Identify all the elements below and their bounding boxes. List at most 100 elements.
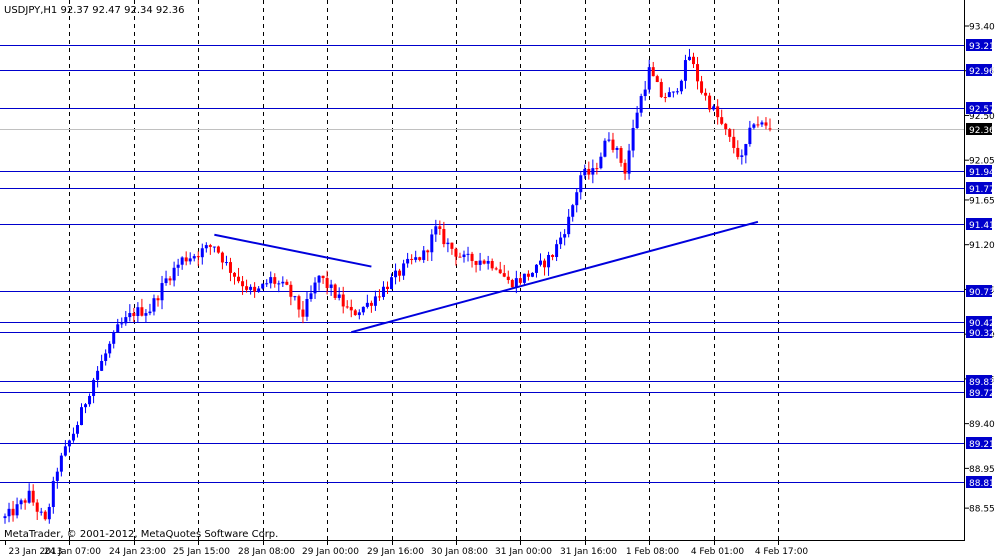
candle-body [583, 168, 587, 176]
candle-body [47, 506, 51, 520]
candle-body [768, 128, 772, 130]
level-label: 89.21 [969, 440, 995, 450]
candle-body [659, 82, 663, 98]
x-tick-label: 4 Feb 01:00 [691, 547, 745, 557]
candle-body [591, 168, 595, 175]
candle-body [200, 248, 204, 258]
candle-body [204, 245, 208, 249]
candle-body [450, 242, 454, 249]
candle-body [470, 253, 474, 262]
x-tick-label: 30 Jan 08:00 [431, 547, 488, 557]
candle-body [71, 433, 75, 441]
candle-body [285, 281, 289, 285]
candle-body [619, 147, 623, 163]
y-tick-label: 88.55 [969, 505, 995, 515]
candle-body [245, 286, 249, 290]
candle-body [67, 440, 71, 447]
candle-body [257, 288, 261, 292]
candle-body [756, 124, 760, 126]
candle-body [627, 150, 631, 174]
candle-body [305, 298, 309, 317]
candle-body [3, 516, 7, 519]
candle-body [293, 296, 297, 298]
candle-body [510, 280, 514, 288]
candle-body [321, 275, 325, 279]
candle-body [526, 273, 530, 277]
candle-body [575, 192, 579, 206]
candle-body [104, 353, 108, 361]
candle-body [233, 272, 236, 277]
candle-body [208, 245, 212, 247]
candlestick-chart: 93.4092.9592.5092.0591.6591.2090.7590.30… [0, 0, 1000, 560]
x-tick-label: 4 Feb 17:00 [755, 547, 809, 557]
candle-body [655, 76, 659, 83]
candle-body [498, 269, 502, 274]
candle-body [265, 283, 269, 285]
candle-body [663, 97, 667, 99]
candle-body [212, 246, 216, 248]
candle-body [112, 332, 116, 344]
candle-body [530, 272, 534, 277]
candle-body [422, 250, 426, 260]
candle-body [543, 260, 547, 268]
candle-body [309, 293, 313, 299]
candle-body [196, 256, 200, 258]
candle-body [547, 254, 551, 268]
candle-body [11, 508, 15, 516]
candle-body [430, 234, 434, 253]
candle-body [172, 267, 176, 281]
candle-body [579, 175, 583, 193]
candle-body [716, 106, 720, 118]
candle-body [92, 379, 96, 396]
candle-body [75, 425, 79, 434]
candle-body [188, 258, 192, 262]
candle-body [365, 302, 369, 307]
candle-body [740, 155, 744, 157]
candle-body [390, 277, 394, 290]
candle-body [446, 242, 450, 245]
candle-body [466, 253, 470, 255]
candle-body [438, 226, 442, 229]
x-tick-label: 28 Jan 08:00 [238, 547, 295, 557]
y-tick-label: 91.65 [969, 196, 995, 206]
candle-body [80, 407, 83, 426]
candle-body [611, 139, 615, 150]
candle-body [164, 278, 168, 284]
candle-body [88, 395, 92, 405]
candle-body [414, 257, 418, 260]
candle-body [704, 92, 708, 96]
candle-body [406, 258, 410, 264]
candle-body [381, 286, 385, 297]
candle-body [643, 89, 647, 97]
candle-body [237, 276, 241, 282]
candle-body [599, 156, 603, 169]
candle-body [506, 276, 510, 281]
candle-body [55, 471, 59, 481]
candle-body [720, 117, 724, 124]
candle-body [136, 307, 140, 316]
candle-body [518, 278, 522, 283]
candle-body [724, 123, 728, 130]
candle-body [261, 283, 265, 289]
candle-body [373, 296, 377, 306]
candle-body [683, 60, 687, 81]
candle-body [180, 257, 184, 265]
candle-body [273, 277, 277, 284]
candle-body [748, 127, 752, 145]
chart-background [0, 0, 1000, 560]
candle-body [132, 313, 136, 316]
candle-body [687, 56, 691, 61]
candle-body [454, 248, 458, 257]
x-tick-label: 1 Feb 08:00 [626, 547, 680, 557]
candle-body [27, 490, 31, 503]
candle-body [490, 261, 494, 269]
candle-body [679, 80, 683, 92]
candle-body [478, 260, 482, 265]
candle-body [253, 286, 257, 292]
x-tick-label: 31 Jan 16:00 [560, 547, 617, 557]
candle-body [152, 298, 156, 312]
candle-body [394, 270, 398, 278]
candle-body [667, 92, 671, 98]
level-label: 89.72 [969, 389, 995, 399]
candle-body [555, 244, 559, 258]
